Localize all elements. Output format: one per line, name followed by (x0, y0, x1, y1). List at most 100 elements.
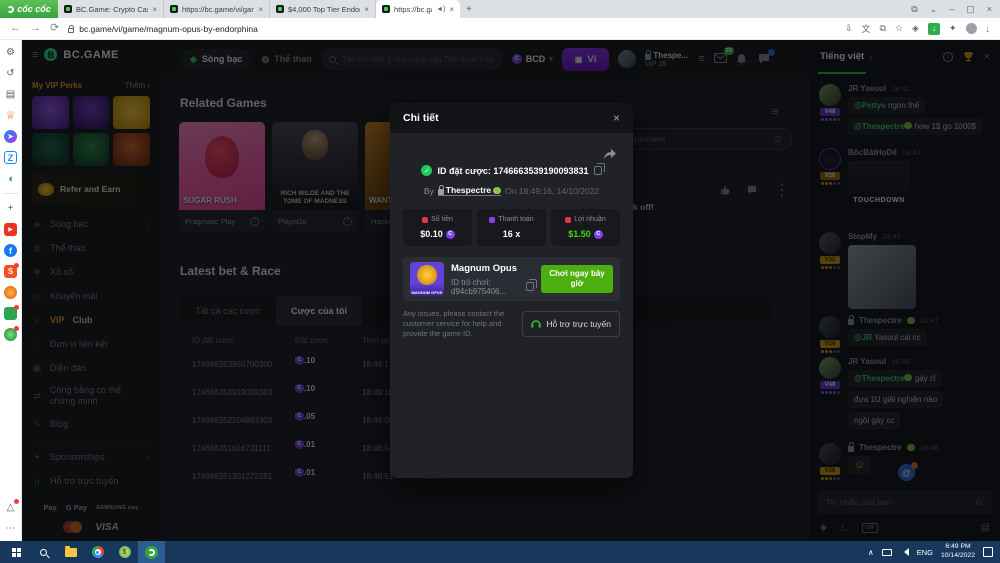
dice-icon (422, 217, 428, 223)
tab-bcgame-game[interactable]: https://bc.game/vi/game/the × (164, 0, 270, 18)
network-icon[interactable] (882, 549, 892, 556)
profit-icon (565, 217, 571, 223)
tab-title: BC.Game: Crypto Casino Gan (76, 5, 148, 14)
coin-icon: C (594, 230, 603, 239)
new-tab-button[interactable]: + (466, 4, 472, 15)
facebook-icon[interactable]: f (4, 244, 17, 257)
screen: cốc cốc BC.Game: Crypto Casino Gan × http… (0, 0, 1000, 563)
tab-active-magnum-opus[interactable]: https://bc.game/vi/game ◄) × (376, 0, 460, 18)
search-icon (40, 549, 47, 556)
volume-icon[interactable] (900, 548, 909, 556)
add-shortcut-icon[interactable]: + (4, 202, 17, 215)
chrome-app[interactable] (84, 541, 111, 563)
tab-bcgame-casino[interactable]: BC.Game: Crypto Casino Gan × (58, 0, 164, 18)
play-now-button[interactable]: Chơi ngay bây giờ (541, 265, 613, 293)
file-explorer[interactable] (57, 541, 84, 563)
news-feed-icon[interactable]: ▤ (4, 88, 17, 101)
settings-gear-icon[interactable]: ⚙ (4, 46, 17, 59)
start-button[interactable] (3, 541, 30, 563)
coccoc-app-active[interactable] (138, 541, 165, 563)
https-lock-icon[interactable] (68, 28, 74, 33)
bcgame-favicon (382, 5, 390, 13)
modal-close-icon[interactable]: × (613, 111, 620, 125)
bet-datetime: On 18:49:16, 14/10/2022 (505, 186, 599, 196)
shopee-icon[interactable]: S (4, 265, 17, 278)
download-manager-icon[interactable]: ↓ (928, 23, 940, 35)
bcgame-favicon (64, 5, 72, 13)
headset-icon (531, 320, 541, 329)
taskbar-clock[interactable]: 6:49 PM10/14/2022 (941, 543, 975, 561)
browser-profile-avatar[interactable] (966, 23, 977, 34)
system-tray: ∧ ENG 6:49 PM10/14/2022 (868, 543, 1000, 561)
zalo-icon[interactable]: Z (4, 151, 17, 164)
close-button[interactable]: × (987, 4, 992, 14)
frog-icon (493, 187, 501, 194)
tab-search-icon[interactable]: ⌄ (930, 4, 938, 15)
game-row: MAGNUM OPUS Magnum Opus ID trò chơi: d94… (403, 257, 620, 301)
reload-button[interactable]: ⟳ (50, 23, 59, 34)
coccoc-brand-logo: cốc cốc (0, 0, 58, 18)
translate-icon[interactable]: 文 (862, 22, 871, 35)
toolbar-icons: ⇩ 文 ⧉ ☆ ◈ ↓ ✦ ↓ (845, 22, 990, 35)
tab-title: https://bc.game/vi/game (394, 5, 432, 14)
hidden-icons-caret[interactable]: ∧ (868, 548, 874, 557)
copy-icon[interactable] (526, 282, 534, 291)
player-link[interactable]: Thespectre (438, 185, 501, 196)
tab-title: https://bc.game/vi/game/the (182, 5, 254, 14)
dollar-icon: $ (119, 546, 131, 558)
folder-icon (65, 548, 77, 557)
money-app[interactable]: $ (111, 541, 138, 563)
minimize-button[interactable]: – (949, 4, 954, 14)
vip-crown-icon[interactable]: ♕ (4, 109, 17, 122)
windows-taskbar: $ ∧ ENG 6:49 PM10/14/2022 (0, 541, 1000, 563)
back-button[interactable]: ← (10, 23, 21, 34)
live-support-button[interactable]: Hỗ trợ trực tuyến (522, 311, 620, 337)
games-icon[interactable]: ◖ (4, 172, 17, 185)
action-center-icon[interactable] (983, 547, 993, 557)
divider (4, 193, 18, 194)
support-note: Any issues, please contact the customer … (403, 309, 514, 339)
bet-detail-modal: Chi tiết × ✓ ID đặt cược: 17466635391900… (390, 103, 633, 478)
copy-icon[interactable] (594, 166, 602, 175)
forward-button[interactable]: → (30, 23, 41, 34)
audio-playing-icon[interactable]: ◄) (436, 6, 445, 13)
app-green-search-icon[interactable] (4, 328, 17, 341)
game-title[interactable]: Magnum Opus (451, 263, 534, 274)
history-icon[interactable]: ↺ (4, 67, 17, 80)
game-id-text: ID trò chơi: d94cb975406... (451, 278, 522, 296)
side-panel-icon[interactable]: ⧉ (911, 4, 917, 15)
save-page-icon[interactable]: ⇩ (845, 23, 853, 34)
adblock-shield-icon[interactable]: ◈ (912, 23, 919, 34)
coccoc-icon (145, 546, 158, 559)
language-indicator[interactable]: ENG (917, 548, 933, 557)
app-orange-icon[interactable] (4, 286, 17, 299)
tab-endorphina-promo[interactable]: $4,000 Top Tier Endorphina N× (270, 0, 376, 18)
messenger-icon[interactable]: ➤ (4, 130, 17, 143)
notifications-bell-icon[interactable]: △ (4, 501, 17, 514)
coccoc-ring-icon (7, 6, 14, 13)
tab-close-icon[interactable]: × (152, 5, 157, 14)
share-icon[interactable]: ⧉ (880, 23, 886, 34)
tab-close-icon[interactable]: × (258, 5, 263, 14)
modal-header: Chi tiết × (390, 103, 633, 133)
address-bar[interactable]: bc.game/vi/game/magnum-opus-by-endorphin… (68, 24, 258, 34)
bcgame-favicon (276, 5, 284, 13)
share-arrow-icon[interactable] (603, 149, 616, 161)
windows-logo-icon (12, 548, 21, 557)
tab-close-icon[interactable]: × (449, 5, 454, 14)
tab-close-icon[interactable]: × (364, 5, 369, 14)
bet-id-text: ID đặt cược: 1746663539190093831 (437, 166, 588, 176)
downloads-icon[interactable]: ↓ (986, 24, 991, 34)
taskbar-search[interactable] (30, 541, 57, 563)
bookmark-star-icon[interactable]: ☆ (895, 23, 903, 34)
coin-icon: C (446, 230, 455, 239)
youtube-icon[interactable]: ▶ (4, 223, 17, 236)
brand-label: cốc cốc (17, 4, 51, 14)
more-icon[interactable]: ⋯ (4, 522, 17, 535)
bcgame-favicon (170, 5, 178, 13)
extension-icon[interactable]: ✦ (949, 23, 957, 34)
url-text[interactable]: bc.game/vi/game/magnum-opus-by-endorphin… (79, 24, 258, 34)
app-green-icon[interactable] (4, 307, 17, 320)
magnum-opus-thumbnail[interactable]: MAGNUM OPUS (410, 262, 444, 296)
maximize-button[interactable]: ▢ (966, 4, 975, 15)
